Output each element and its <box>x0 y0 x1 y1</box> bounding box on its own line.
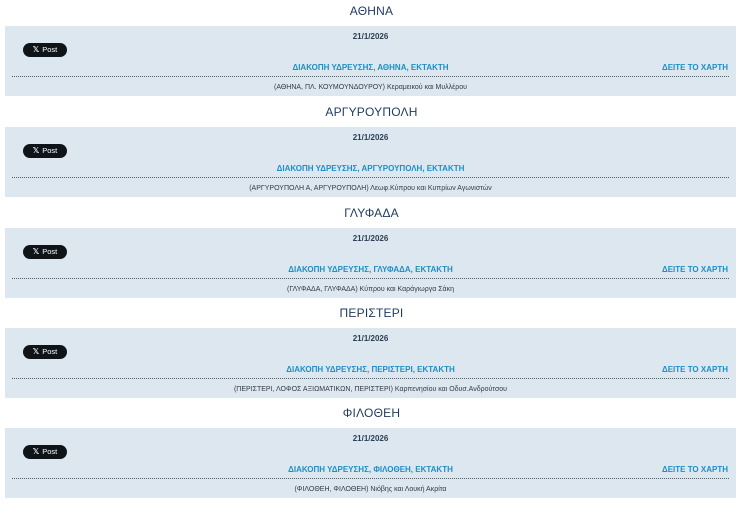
x-logo-icon: 𝕏 <box>32 45 40 54</box>
outage-headline-link[interactable]: ΔΙΑΚΟΠΗ ΥΔΡΕΥΣΗΣ, ΠΕΡΙΣΤΕΡΙ, ΕΚΤΑΚΤΗ <box>5 365 736 374</box>
see-map-link[interactable]: ΔΕΙΤΕ ΤΟ ΧΑΡΤΗ <box>662 265 728 274</box>
outage-date: 21/1/2026 <box>352 133 389 142</box>
see-map-link[interactable]: ΔΕΙΤΕ ΤΟ ΧΑΡΤΗ <box>662 63 728 72</box>
x-post-label: Post <box>42 447 58 456</box>
outage-details: (ΑΘΗΝΑ, ΠΛ. ΚΟΥΜΟΥΝΔΟΥΡΟΥ) Κεραμεικού κα… <box>273 84 467 91</box>
dotted-divider <box>12 278 729 279</box>
x-post-label: Post <box>42 146 58 155</box>
outage-date: 21/1/2026 <box>352 234 389 243</box>
x-post-label: Post <box>42 247 58 256</box>
x-post-button[interactable]: 𝕏 Post <box>23 345 67 359</box>
outage-headline-link[interactable]: ΔΙΑΚΟΠΗ ΥΔΡΕΥΣΗΣ, ΑΡΓΥΡΟΥΠΟΛΗ, ΕΚΤΑΚΤΗ <box>5 164 736 173</box>
x-logo-icon: 𝕏 <box>32 447 40 456</box>
x-post-button[interactable]: 𝕏 Post <box>23 445 67 459</box>
outage-date: 21/1/2026 <box>352 334 389 343</box>
outage-date: 21/1/2026 <box>352 32 389 41</box>
dotted-divider <box>12 76 729 77</box>
outage-card: 21/1/2026 𝕏 Post ΔΙΑΚΟΠΗ ΥΔΡΕΥΣΗΣ, ΦΙΛΟΘ… <box>5 428 736 498</box>
outage-card: 21/1/2026 𝕏 Post ΔΙΑΚΟΠΗ ΥΔΡΕΥΣΗΣ, ΠΕΡΙΣ… <box>5 328 736 398</box>
x-post-button[interactable]: 𝕏 Post <box>23 245 67 259</box>
dotted-divider <box>12 378 729 379</box>
dotted-divider <box>12 177 729 178</box>
see-map-link[interactable]: ΔΕΙΤΕ ΤΟ ΧΑΡΤΗ <box>662 365 728 374</box>
x-logo-icon: 𝕏 <box>32 347 40 356</box>
outage-headline-link[interactable]: ΔΙΑΚΟΠΗ ΥΔΡΕΥΣΗΣ, ΓΛΥΦΑΔΑ, ΕΚΤΑΚΤΗ <box>5 265 736 274</box>
dotted-divider <box>12 478 729 479</box>
x-post-button[interactable]: 𝕏 Post <box>23 144 67 158</box>
city-title: ΓΛΥΦΑΔΑ <box>344 206 399 220</box>
x-post-label: Post <box>42 347 58 356</box>
x-post-label: Post <box>42 45 58 54</box>
x-logo-icon: 𝕏 <box>32 146 40 155</box>
outage-details: (ΠΕΡΙΣΤΕΡΙ, ΛΟΦΟΣ ΑΞΙΩΜΑΤΙΚΩΝ, ΠΕΡΙΣΤΕΡΙ… <box>233 386 508 393</box>
x-post-button[interactable]: 𝕏 Post <box>23 43 67 57</box>
city-title: ΦΙΛΟΘΕΗ <box>342 406 401 420</box>
outage-card: 21/1/2026 𝕏 Post ΔΙΑΚΟΠΗ ΥΔΡΕΥΣΗΣ, ΑΘΗΝΑ… <box>5 26 736 96</box>
outage-details: (ΑΡΓΥΡΟΥΠΟΛΗ Α, ΑΡΓΥΡΟΥΠΟΛΗ) Λεωφ.Κύπρου… <box>249 185 492 192</box>
outage-date: 21/1/2026 <box>352 434 389 443</box>
outage-headline-link[interactable]: ΔΙΑΚΟΠΗ ΥΔΡΕΥΣΗΣ, ΑΘΗΝΑ, ΕΚΤΑΚΤΗ <box>5 63 736 72</box>
outage-headline-link[interactable]: ΔΙΑΚΟΠΗ ΥΔΡΕΥΣΗΣ, ΦΙΛΟΘΕΗ, ΕΚΤΑΚΤΗ <box>5 465 736 474</box>
city-title: ΑΡΓΥΡΟΥΠΟΛΗ <box>325 105 418 119</box>
outage-details: (ΓΛΥΦΑΔΑ, ΓΛΥΦΑΔΑ) Κύπρου και Καράγιωργα… <box>287 286 454 293</box>
outage-details: (ΦΙΛΟΘΕΗ, ΦΙΛΟΘΕΗ) Νιόβης και Λουκή Ακρί… <box>294 486 447 493</box>
outage-card: 21/1/2026 𝕏 Post ΔΙΑΚΟΠΗ ΥΔΡΕΥΣΗΣ, ΓΛΥΦΑ… <box>5 228 736 298</box>
x-logo-icon: 𝕏 <box>32 247 40 256</box>
outage-card: 21/1/2026 𝕏 Post ΔΙΑΚΟΠΗ ΥΔΡΕΥΣΗΣ, ΑΡΓΥΡ… <box>5 127 736 197</box>
see-map-link[interactable]: ΔΕΙΤΕ ΤΟ ΧΑΡΤΗ <box>662 465 728 474</box>
city-title: ΠΕΡΙΣΤΕΡΙ <box>339 306 404 320</box>
city-title: ΑΘΗΝΑ <box>349 4 394 18</box>
